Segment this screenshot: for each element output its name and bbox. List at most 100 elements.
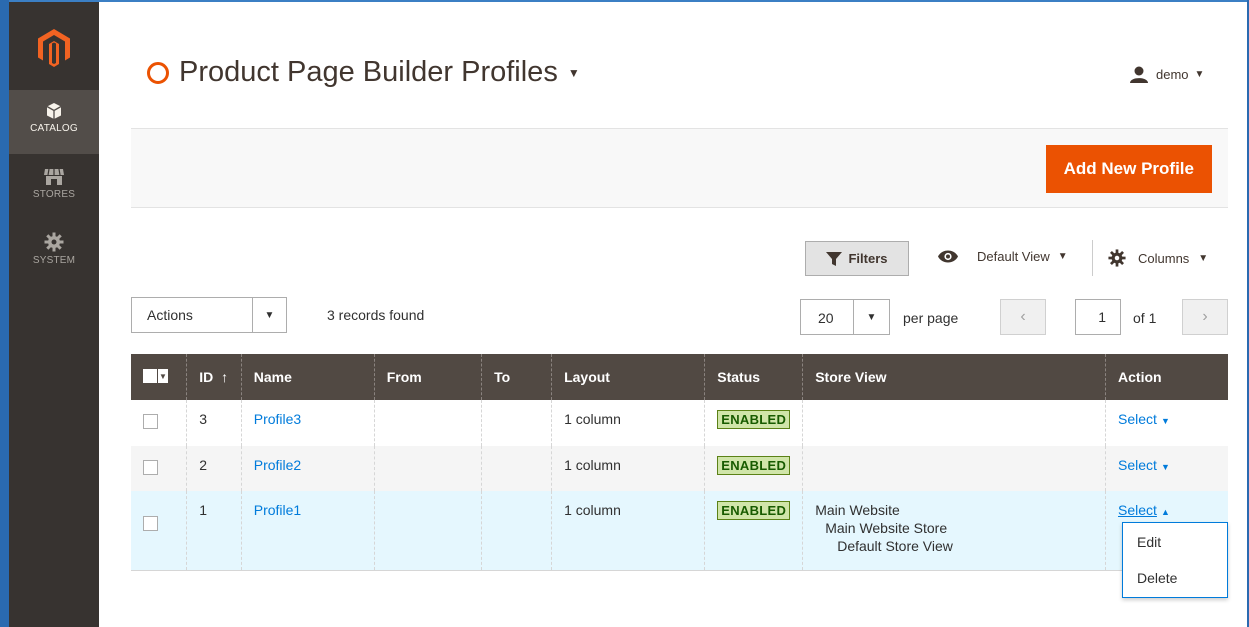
box-icon <box>46 103 62 119</box>
row-action-label: Select <box>1118 411 1157 427</box>
filters-label: Filters <box>848 251 888 266</box>
profile-ring-icon <box>147 61 169 84</box>
cell-id: 2 <box>186 446 242 491</box>
cell-from <box>373 446 482 491</box>
row-action-label: Select <box>1118 457 1157 473</box>
cell-from <box>373 400 482 446</box>
caret-down-icon: ▼ <box>853 300 889 334</box>
toolbar-divider <box>1092 240 1093 276</box>
column-header-store-view[interactable]: Store View <box>802 354 1106 400</box>
table-row[interactable]: 3 Profile3 1 column ENABLED Select ▼ <box>131 400 1228 446</box>
previous-page-button[interactable]: ‹ <box>1000 299 1046 335</box>
per-page-value: 20 <box>818 310 834 326</box>
row-checkbox[interactable] <box>143 516 158 531</box>
row-action-menu: Edit Delete <box>1122 522 1228 598</box>
columns-switcher[interactable]: Columns ▼ <box>1108 249 1208 267</box>
status-badge: ENABLED <box>717 456 791 475</box>
records-found: 3 records found <box>327 307 425 323</box>
user-account-menu[interactable]: demo ▼ <box>1130 66 1204 83</box>
admin-sidebar: CATALOG STORES SYSTEM <box>9 2 99 627</box>
row-action-select[interactable]: Select ▼ <box>1118 411 1170 427</box>
cell-from <box>373 491 482 571</box>
add-new-profile-button[interactable]: Add New Profile <box>1045 145 1212 193</box>
chevron-left-icon: ‹ <box>1020 308 1026 325</box>
eye-icon <box>938 250 958 263</box>
sidebar-item-label: SYSTEM <box>32 255 76 266</box>
table-row[interactable]: 1 Profile1 1 column ENABLED Main Website… <box>131 491 1228 571</box>
column-header-label: ID <box>199 369 214 385</box>
column-header-action: Action <box>1105 354 1228 400</box>
window-frame-left <box>0 0 9 627</box>
per-page-label: per page <box>903 310 959 326</box>
cell-layout: 1 column <box>551 400 705 446</box>
page-title-text: Product Page Builder Profiles <box>179 56 558 88</box>
store-view-store: Main Website Store <box>825 520 948 536</box>
caret-down-icon: ▼ <box>158 369 168 383</box>
column-header-layout[interactable]: Layout <box>551 354 705 400</box>
sidebar-item-system[interactable]: SYSTEM <box>9 220 99 284</box>
per-page-select[interactable]: 20 ▼ <box>800 299 890 335</box>
profile-name-link[interactable]: Profile1 <box>254 502 301 518</box>
action-menu-item-edit[interactable]: Edit <box>1137 534 1161 550</box>
cell-store-view: Main Website Main Website Store Default … <box>802 491 1106 571</box>
mass-actions-select[interactable]: Actions ▼ <box>131 297 287 333</box>
store-view-view: Default Store View <box>837 538 953 554</box>
sidebar-item-stores[interactable]: STORES <box>9 156 99 220</box>
caret-down-icon: ▼ <box>252 298 286 332</box>
row-action-select[interactable]: Select ▼ <box>1118 457 1170 473</box>
status-badge: ENABLED <box>717 410 791 429</box>
cell-layout: 1 column <box>551 491 705 571</box>
next-page-button[interactable]: › <box>1182 299 1228 335</box>
cell-store-view <box>802 446 1106 491</box>
row-action-label: Select <box>1118 502 1157 518</box>
caret-down-icon: ▼ <box>1160 462 1170 472</box>
columns-label: Columns <box>1138 250 1190 266</box>
sidebar-item-catalog[interactable]: CATALOG <box>9 90 99 154</box>
mass-select-header[interactable]: ▼ <box>131 354 187 400</box>
caret-down-icon: ▼ <box>567 65 580 80</box>
page-actions-bar: Add New Profile <box>131 128 1228 208</box>
cell-layout: 1 column <box>551 446 705 491</box>
store-icon <box>44 168 64 185</box>
mass-actions-label: Actions <box>147 307 193 323</box>
sidebar-item-label: CATALOG <box>30 123 78 134</box>
column-header-name[interactable]: Name <box>240 354 375 400</box>
chevron-right-icon: › <box>1202 308 1208 325</box>
profile-name-link[interactable]: Profile3 <box>254 411 301 427</box>
window-frame-top <box>0 0 1249 2</box>
sidebar-item-label: STORES <box>32 189 76 200</box>
row-action-select[interactable]: Select ▲ <box>1118 502 1170 518</box>
cell-id: 1 <box>186 491 242 571</box>
page-title[interactable]: Product Page Builder Profiles ▼ <box>147 56 580 89</box>
caret-down-icon: ▼ <box>1160 416 1170 426</box>
column-header-from[interactable]: From <box>373 354 482 400</box>
page-count: of 1 <box>1133 310 1157 326</box>
caret-down-icon: ▼ <box>1057 251 1068 262</box>
gear-icon <box>44 232 64 252</box>
gear-icon <box>1108 249 1126 267</box>
funnel-icon <box>826 251 843 266</box>
column-header-status[interactable]: Status <box>704 354 803 400</box>
page-number-input[interactable] <box>1075 299 1121 335</box>
row-checkbox[interactable] <box>143 414 158 429</box>
table-header-row: ▼ ID ↑ Name From To Layout Status Store … <box>131 354 1228 400</box>
row-checkbox[interactable] <box>143 460 158 475</box>
store-view-website: Main Website <box>815 502 900 518</box>
profiles-grid: ▼ ID ↑ Name From To Layout Status Store … <box>131 354 1228 571</box>
view-switcher[interactable]: Default View ▼ <box>938 249 1068 264</box>
column-header-to[interactable]: To <box>481 354 552 400</box>
caret-up-icon: ▲ <box>1160 507 1170 517</box>
profile-name-link[interactable]: Profile2 <box>254 457 301 473</box>
filters-button[interactable]: Filters <box>805 241 909 276</box>
status-badge: ENABLED <box>717 501 791 520</box>
column-header-id[interactable]: ID ↑ <box>186 354 242 400</box>
table-row[interactable]: 2 Profile2 1 column ENABLED Select ▼ <box>131 446 1228 491</box>
cell-to <box>481 400 552 446</box>
caret-down-icon: ▼ <box>1198 252 1209 264</box>
mass-select-checkbox[interactable]: ▼ <box>143 368 168 384</box>
view-label: Default View <box>977 249 1050 264</box>
user-name: demo <box>1156 67 1189 82</box>
action-menu-item-delete[interactable]: Delete <box>1137 570 1177 586</box>
sort-arrow-icon: ↑ <box>221 369 229 385</box>
magento-logo-icon[interactable] <box>32 26 76 70</box>
